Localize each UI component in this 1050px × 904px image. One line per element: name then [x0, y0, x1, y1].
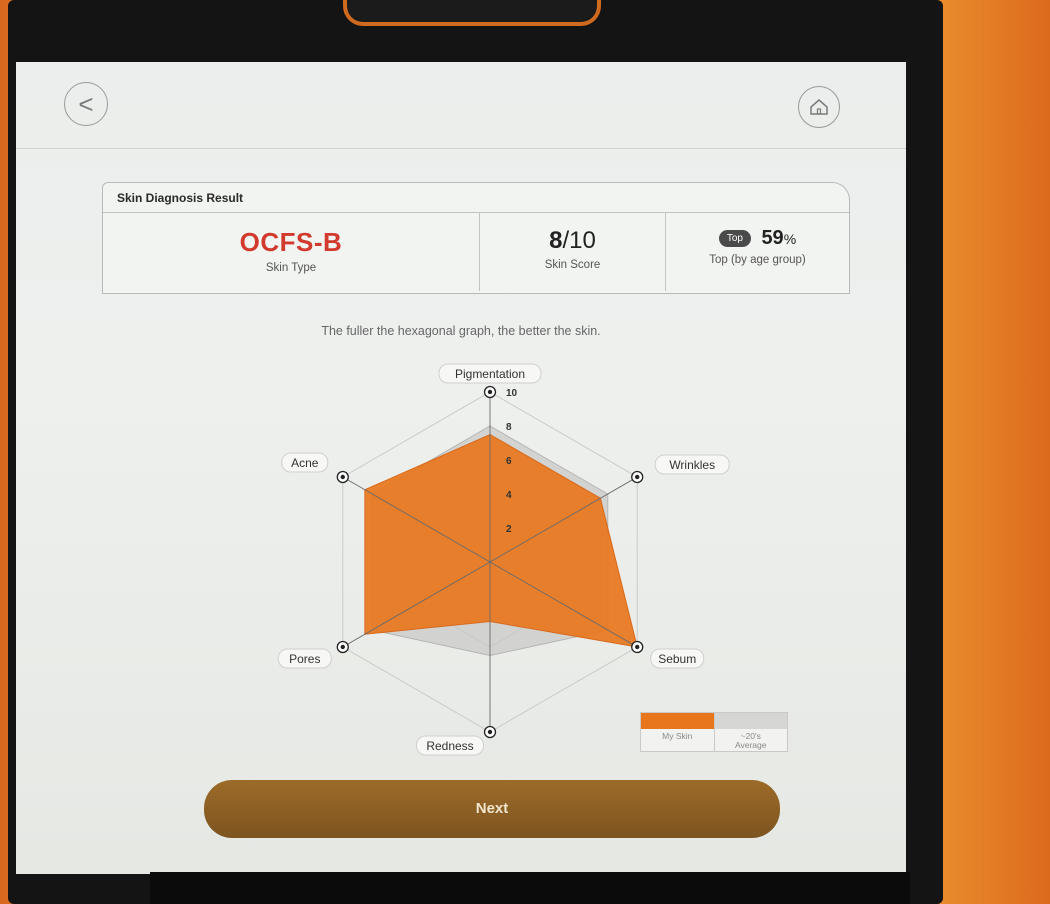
radar-axis-marker-dot: [340, 474, 345, 480]
radar-axis-marker-dot: [487, 729, 493, 735]
radar-tick-label: 6: [506, 456, 512, 467]
legend-my-skin-label: My Skin: [662, 731, 693, 741]
radar-axis-label-sebum: Sebum: [658, 652, 696, 666]
radar-tick-label: 4: [506, 490, 512, 501]
radar-tick-label: 2: [506, 524, 512, 535]
radar-tick-label: 10: [506, 388, 518, 399]
radar-axis-label-acne: Acne: [291, 456, 319, 470]
legend-my-skin-swatch: [641, 713, 714, 729]
legend-average-line2: Average: [734, 740, 767, 750]
legend-average-label: ~20's Average: [715, 729, 788, 750]
radar-axis-label-wrinkles: Wrinkles: [669, 458, 715, 472]
bezel-bottom: [150, 872, 910, 904]
legend-average: ~20's Average: [713, 713, 788, 751]
radar-series-my-skin: [364, 433, 638, 648]
camera-housing: [343, 0, 601, 26]
radar-axis-label-pores: Pores: [289, 652, 320, 666]
radar-axis-label-pigmentation: Pigmentation: [455, 367, 525, 381]
legend-my-skin: My Skin: [641, 713, 714, 751]
radar-tick-label: 8: [506, 422, 512, 433]
radar-axis-marker-dot: [635, 644, 640, 650]
radar-axis-marker-dot: [487, 389, 493, 395]
screen-bezel: < Skin Diagnosis Result OCFS-B Skin Type…: [8, 0, 943, 904]
next-button[interactable]: Next: [204, 780, 780, 838]
legend-average-swatch: [714, 713, 787, 729]
radar-axis-marker-dot: [340, 644, 345, 650]
kiosk-screen: < Skin Diagnosis Result OCFS-B Skin Type…: [16, 62, 906, 874]
radar-axis-marker-dot: [635, 474, 640, 480]
skin-radar-chart: 2 4 6 8 10 Pigmentation Wrinkles Sebum Redness Po…: [277, 363, 730, 756]
radar-axis-label-redness: Redness: [426, 739, 473, 753]
chart-legend: My Skin ~20's Average: [640, 712, 788, 752]
